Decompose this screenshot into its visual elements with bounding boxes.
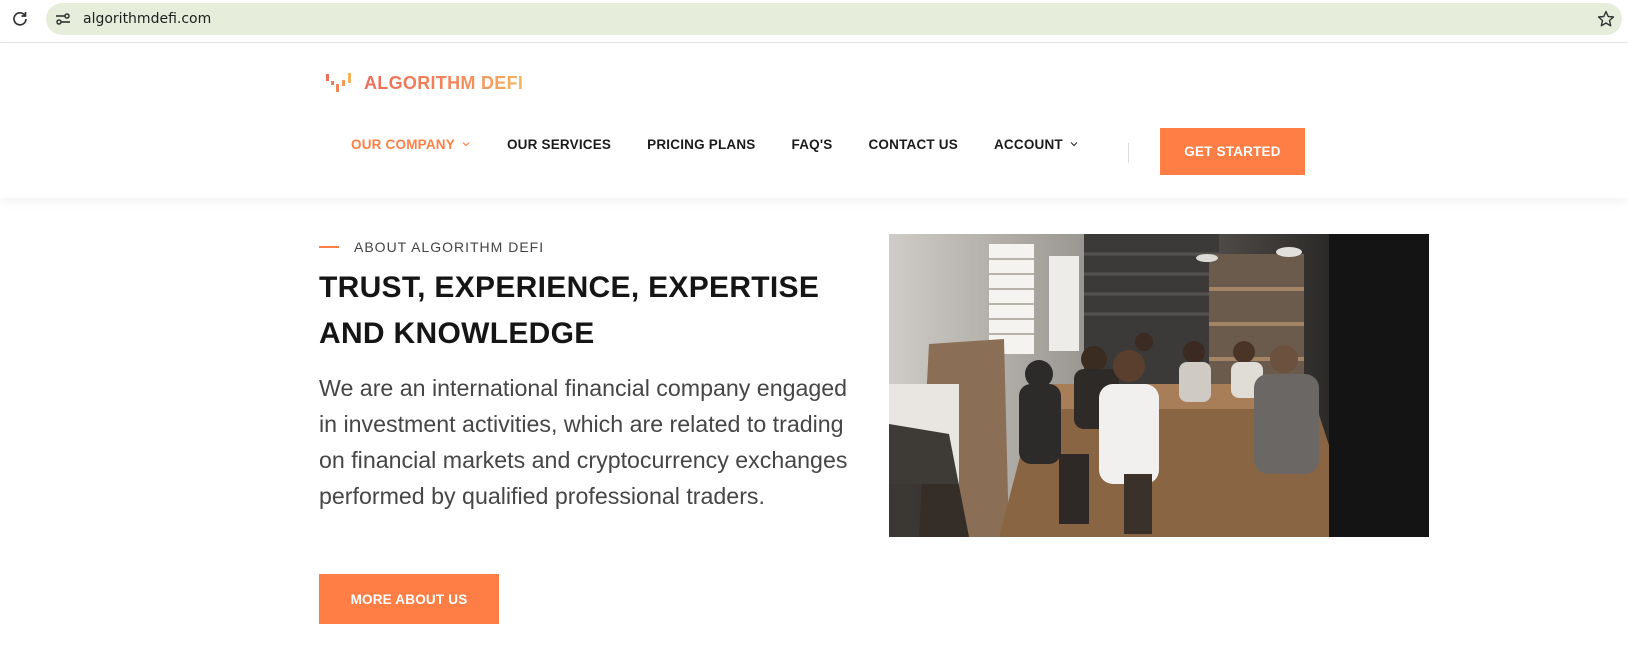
nav-divider (1128, 143, 1129, 163)
nav-item-our-company[interactable]: OUR COMPANY (351, 137, 471, 152)
section-description: We are an international financial compan… (319, 375, 848, 509)
nav-item-label: FAQ'S (791, 136, 833, 152)
team-meeting-photo (889, 234, 1429, 537)
logo-bars-icon (326, 73, 351, 92)
get-started-button[interactable]: GET STARTED (1160, 128, 1305, 175)
chevron-down-icon (1070, 142, 1078, 147)
main-nav: OUR COMPANY OUR SERVICES PRICING PLANS F… (351, 129, 1079, 159)
nav-item-our-services[interactable]: OUR SERVICES (507, 137, 611, 152)
chevron-down-icon (462, 142, 470, 147)
title-line-2: AND KNOWLEDGE (319, 317, 595, 350)
nav-item-label: PRICING PLANS (647, 136, 756, 152)
bookmark-star-icon[interactable] (1596, 9, 1616, 29)
team-meeting-illustration (889, 234, 1429, 537)
eyebrow-accent-line (319, 246, 339, 248)
address-bar[interactable]: algorithmdefi.com (46, 3, 1622, 35)
title-line-1: TRUST, EXPERIENCE, EXPERTISE (319, 271, 820, 304)
url-text[interactable]: algorithmdefi.com (83, 11, 211, 27)
nav-item-label: OUR SERVICES (506, 136, 612, 152)
site-logo[interactable]: ALGORITHM DEFI (326, 71, 523, 95)
reload-icon[interactable] (10, 9, 30, 29)
nav-item-label: CONTACT US (868, 136, 958, 152)
more-about-us-button[interactable]: MORE ABOUT US (319, 574, 499, 624)
logo-text: ALGORITHM DEFI (364, 72, 524, 93)
site-header: ALGORITHM DEFI OUR COMPANY OUR SERVICES … (0, 43, 1628, 198)
nav-item-pricing-plans[interactable]: PRICING PLANS (647, 137, 755, 152)
section-title: TRUST, EXPERIENCE, EXPERTISE AND KNOWLED… (319, 265, 859, 357)
nav-item-contact-us[interactable]: CONTACT US (868, 137, 958, 152)
site-info-icon[interactable] (54, 10, 72, 28)
nav-item-faqs[interactable]: FAQ'S (792, 137, 833, 152)
nav-item-account[interactable]: ACCOUNT (994, 137, 1079, 152)
browser-toolbar: algorithmdefi.com (0, 0, 1628, 43)
nav-item-label: OUR COMPANY (351, 136, 455, 152)
section-eyebrow: ABOUT ALGORITHM DEFI (319, 239, 544, 255)
nav-item-label: ACCOUNT (993, 136, 1063, 152)
eyebrow-text: ABOUT ALGORITHM DEFI (354, 239, 545, 255)
